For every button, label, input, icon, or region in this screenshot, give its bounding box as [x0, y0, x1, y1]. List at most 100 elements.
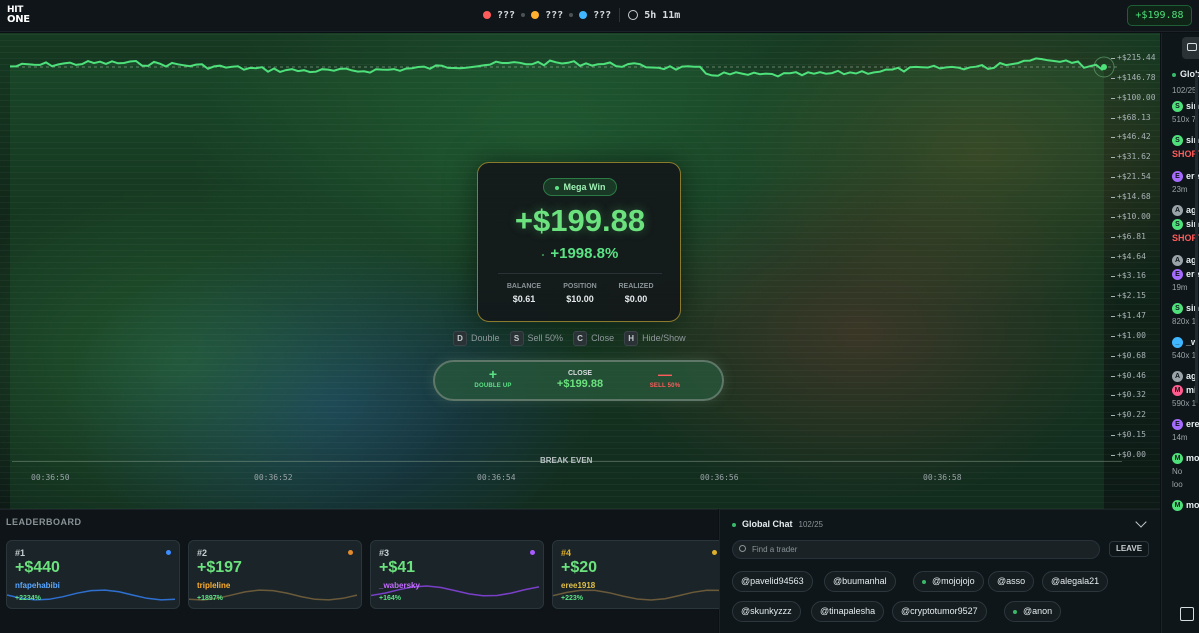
trader-name[interactable]: _wabersky: [379, 581, 420, 590]
trader-name[interactable]: tripleline: [197, 581, 230, 590]
logo-line-2: ONE: [7, 14, 30, 25]
online-dot: [1013, 609, 1017, 614]
y-tick-label: +$0.22: [1111, 410, 1146, 420]
trader-handle: @alegala21: [1051, 576, 1100, 586]
stat-label: REALIZED: [618, 283, 654, 290]
hotkey-hide[interactable]: H Hide/Show: [624, 331, 686, 346]
card-divider: [498, 273, 662, 274]
trader-chip[interactable]: @asso: [988, 571, 1035, 592]
key-s: S: [509, 331, 524, 346]
stat-realized: REALIZED $0.00: [606, 283, 666, 304]
chat-message-text: No: [1172, 467, 1183, 476]
top-bar: HIT ONE ??? ??? ??? 5h 11m +$199.88: [0, 0, 1199, 32]
balance-pill[interactable]: +$199.88: [1127, 5, 1192, 26]
close-label: CLOSE: [567, 370, 593, 377]
hotkey-double[interactable]: D Double: [453, 331, 500, 346]
minus-icon: —: [658, 366, 672, 382]
trader-handle: @pavelid94563: [741, 576, 804, 586]
avatar: _: [1172, 337, 1183, 349]
profit-amount: +$440: [15, 559, 60, 576]
price-chart[interactable]: +$215.44 +$146.78 +$100.00 +$68.13 +$46.42 +$…: [0, 33, 1160, 509]
trade-action-bar: + DOUBLE UP CLOSE +$199.88 — SELL 50%: [433, 360, 724, 401]
hotkey-sell[interactable]: S Sell 50%: [509, 331, 564, 346]
leaderboard-card[interactable]: #4 +$20 eree1918 +223%: [552, 540, 726, 609]
key-c: C: [573, 331, 588, 346]
sell-half-label: SELL 50%: [649, 383, 681, 389]
player-2-dot: [531, 11, 540, 19]
rank-label: #4: [561, 548, 572, 558]
key-d: D: [453, 331, 467, 346]
chevron-down-icon[interactable]: [1135, 516, 1147, 528]
y-tick-label: +$6.81: [1111, 231, 1146, 241]
avatar: E: [1172, 269, 1183, 281]
find-trader-input[interactable]: Find a trader: [732, 540, 1100, 559]
y-tick-label: +$2.15: [1111, 291, 1146, 301]
hotkey-close[interactable]: C Close: [573, 331, 614, 346]
avatar: E: [1172, 419, 1183, 431]
trader-chip[interactable]: @buumanhal: [824, 571, 896, 592]
chat-icon: [1187, 43, 1197, 51]
sell-half-button[interactable]: — SELL 50%: [635, 366, 695, 389]
percent-prefix: -: [541, 249, 545, 259]
leaderboard-card[interactable]: #1 +$440 nfapehabibi +2234%: [6, 540, 180, 609]
chat-message-text: 510x 7: [1172, 115, 1197, 124]
leave-button[interactable]: LEAVE: [1109, 541, 1149, 557]
stat-position: POSITION $10.00: [550, 283, 610, 304]
trader-name[interactable]: nfapehabibi: [15, 581, 60, 590]
avatar: A: [1172, 371, 1183, 383]
trader-chip[interactable]: @cryptotumor9527: [892, 601, 987, 622]
hotkey-label: Sell 50%: [527, 333, 564, 343]
trader-chip[interactable]: @pavelid94563: [732, 571, 813, 592]
author-name: mo: [1186, 453, 1199, 463]
trader-chip[interactable]: @skunkyzzz: [732, 601, 801, 622]
double-up-label: DOUBLE UP: [474, 383, 512, 389]
win-amount: +$199.88: [514, 203, 646, 238]
y-tick-label: +$100.00: [1111, 92, 1156, 102]
image-icon[interactable]: [1180, 607, 1194, 621]
double-up-button[interactable]: + DOUBLE UP: [463, 367, 523, 389]
stat-label: BALANCE: [506, 283, 542, 290]
player-3-dot: [579, 11, 588, 19]
trader-name[interactable]: eree1918: [561, 581, 595, 590]
avatar: E: [1172, 171, 1183, 183]
y-tick-label: +$68.13: [1111, 112, 1151, 122]
close-value: +$199.88: [556, 378, 604, 390]
rank-dot: [712, 550, 717, 555]
trader-chip[interactable]: @anon: [1004, 601, 1062, 622]
hotkey-hints: D Double S Sell 50% C Close H Hide/Show: [453, 331, 686, 346]
y-tick-label: +$0.68: [1111, 350, 1146, 360]
author-name: ere: [1186, 419, 1199, 429]
app-logo[interactable]: HIT ONE: [7, 6, 33, 26]
trader-chip[interactable]: @mojojojo: [913, 571, 984, 592]
y-tick-label: +$46.42: [1111, 132, 1151, 142]
trader-chip[interactable]: @tinapalesha: [811, 601, 885, 622]
x-tick-label: 00:36:50: [31, 473, 70, 482]
y-tick-label: +$1.00: [1111, 330, 1146, 340]
stat-value: $10.00: [566, 294, 594, 304]
avatar: S: [1172, 101, 1183, 113]
x-tick-label: 00:36:52: [254, 473, 293, 482]
close-button[interactable]: CLOSE +$199.88: [545, 370, 615, 390]
rank-label: #3: [379, 548, 390, 558]
chat-message-author: Eere: [1172, 419, 1199, 431]
leaderboard-card[interactable]: #2 +$197 tripleline +1897%: [188, 540, 362, 609]
player-2-label: ???: [545, 9, 564, 21]
leaderboard: LEADERBOARD #1 +$440 nfapehabibi +2234% #2 +$…: [0, 509, 726, 633]
trader-handle: @asso: [997, 576, 1026, 586]
leaderboard-card[interactable]: #3 +$41 _wabersky +164%: [370, 540, 544, 609]
trader-handle: @tinapalesha: [820, 606, 876, 616]
y-tick-label: +$31.62: [1111, 152, 1151, 162]
y-tick-label: +$4.64: [1111, 251, 1146, 261]
clock-icon: [628, 10, 639, 20]
player-3-label: ???: [593, 9, 612, 21]
y-tick-label: +$0.46: [1111, 370, 1146, 380]
round-timer: 5h 11m: [644, 9, 681, 21]
side-chat-scrollbar[interactable]: [1195, 73, 1198, 403]
author-name: mo: [1186, 500, 1199, 510]
separator-dot: [521, 13, 526, 17]
mega-win-badge: Mega Win: [543, 178, 617, 196]
hotkey-label: Close: [591, 333, 615, 343]
chat-toggle-button[interactable]: [1182, 37, 1199, 59]
chat-message-author: Aag: [1172, 255, 1197, 267]
trader-chip[interactable]: @alegala21: [1042, 571, 1109, 592]
